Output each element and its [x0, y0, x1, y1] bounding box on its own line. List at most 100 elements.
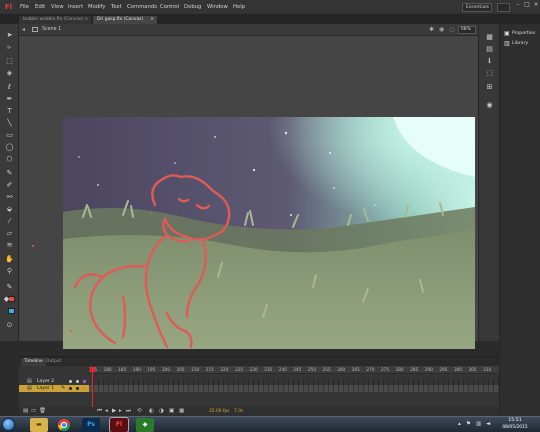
pasteboard[interactable]	[19, 36, 478, 349]
tray-arrow-icon[interactable]: ▴	[458, 421, 461, 427]
motion-presets-icon[interactable]: ◉	[484, 100, 495, 110]
first-frame-icon[interactable]: ⏮	[97, 408, 102, 415]
network-icon[interactable]: ▥	[476, 421, 481, 427]
doc-tab-dri-gasp[interactable]: Dri gasp.fla (Canvas) ×	[93, 16, 157, 24]
rectangle-tool-icon[interactable]: ▭	[4, 130, 15, 140]
clock-time[interactable]: 15:51	[500, 418, 530, 423]
menu-view[interactable]: View	[51, 4, 64, 10]
delete-layer-icon[interactable]: 🗑	[39, 408, 46, 414]
visibility-dot[interactable]	[69, 380, 72, 383]
tab-timeline[interactable]: Timeline	[21, 358, 46, 366]
edit-scene-icon[interactable]: ◉	[439, 26, 444, 33]
properties-panel-tab[interactable]: ▣ Properties	[502, 29, 540, 39]
menu-control[interactable]: Control	[160, 4, 179, 10]
layer-row[interactable]: ▤ Layer 2	[19, 378, 499, 385]
tab-output[interactable]: Output	[43, 358, 64, 366]
elapsed-time-readout: 7.0s	[234, 409, 244, 414]
close-tab-icon[interactable]: ×	[150, 16, 154, 24]
menu-commands[interactable]: Commands	[127, 4, 157, 10]
pen-tool-icon[interactable]: ✒	[4, 94, 15, 104]
free-transform-tool-icon[interactable]: ⬚	[4, 56, 15, 66]
menu-help[interactable]: Help	[233, 4, 245, 10]
layer-frames[interactable]	[89, 385, 499, 392]
hand-tool-icon[interactable]: ✋	[4, 254, 15, 264]
layer-name[interactable]: Layer 1	[37, 385, 54, 392]
start-button[interactable]	[2, 418, 15, 431]
menu-modify[interactable]: Modify	[88, 4, 106, 10]
menu-edit[interactable]: Edit	[35, 4, 45, 10]
polystar-tool-icon[interactable]: ⬡	[4, 154, 15, 164]
layer-frames[interactable]	[89, 378, 499, 385]
menu-text[interactable]: Text	[111, 4, 122, 10]
next-frame-icon[interactable]: ▸	[119, 408, 122, 414]
lasso-tool-icon[interactable]: ℓ	[4, 82, 15, 92]
volume-icon[interactable]: ◄	[486, 421, 490, 427]
new-layer-icon[interactable]: ▤	[23, 408, 28, 414]
fill-color-icon[interactable]: ◆	[1, 294, 12, 304]
menu-insert[interactable]: Insert	[68, 4, 83, 10]
workspace-switcher[interactable]: Essentials	[462, 3, 492, 12]
library-panel-tab[interactable]: ▥ Library	[502, 39, 540, 49]
stroke-color-icon[interactable]: ✎	[4, 282, 15, 292]
edit-symbols-icon[interactable]: ✱	[429, 26, 434, 33]
prev-frame-icon[interactable]: ◂	[105, 408, 108, 414]
visibility-dot[interactable]	[69, 387, 72, 390]
help-search-input[interactable]	[497, 3, 510, 12]
menu-debug[interactable]: Debug	[184, 4, 201, 10]
eraser-tool-icon[interactable]: ▱	[4, 228, 15, 238]
swatches-panel-icon[interactable]: ▤	[484, 44, 495, 54]
last-frame-icon[interactable]: ⏭	[126, 408, 131, 415]
subselection-tool-icon[interactable]: ▹	[4, 42, 15, 52]
align-panel-icon[interactable]: ⊞	[484, 82, 495, 92]
bone-tool-icon[interactable]: ⚯	[4, 192, 15, 202]
oval-tool-icon[interactable]: ◯	[4, 142, 15, 152]
paint-bucket-tool-icon[interactable]: ⬙	[4, 204, 15, 214]
line-tool-icon[interactable]: ╲	[4, 118, 15, 128]
eyedropper-tool-icon[interactable]: ⁄	[4, 216, 15, 226]
photoshop-task-icon[interactable]: Ps	[82, 418, 100, 432]
onion-markers-icon[interactable]: ▦	[179, 408, 184, 414]
loop-icon[interactable]: ⟲	[137, 408, 142, 414]
width-tool-icon[interactable]: ≋	[4, 240, 15, 250]
onion-skin-icon[interactable]: ◐	[149, 408, 154, 414]
selection-tool-icon[interactable]: ➤	[4, 30, 15, 40]
center-stage-icon[interactable]: ◌	[449, 26, 454, 33]
lock-dot[interactable]	[76, 387, 79, 390]
edit-multiple-frames-icon[interactable]: ▣	[169, 408, 174, 414]
layer-name[interactable]: Layer 2	[37, 378, 54, 385]
animate-task-icon[interactable]: Fl	[109, 417, 129, 432]
transform-panel-icon[interactable]: ⬚	[484, 68, 495, 78]
text-tool-icon[interactable]: T	[4, 106, 15, 116]
close-tab-icon[interactable]: ×	[84, 16, 88, 24]
lock-dot[interactable]	[76, 380, 79, 383]
fill-color-swatch[interactable]	[8, 308, 15, 314]
zoom-select[interactable]: 68%	[458, 26, 476, 34]
color-panel-icon[interactable]: ▦	[484, 32, 495, 42]
info-panel-icon[interactable]: ℹ	[484, 56, 495, 66]
fps-readout[interactable]: 25.00 fps	[209, 409, 230, 414]
snap-to-objects-icon[interactable]: ⊙	[4, 320, 15, 330]
layer-row-selected[interactable]: ▤ Layer 1 ✎	[19, 385, 499, 392]
menu-window[interactable]: Window	[207, 4, 228, 10]
explorer-task-icon[interactable]: ▬	[30, 418, 48, 432]
app-task-icon[interactable]: ◆	[136, 418, 154, 432]
outline-swatch[interactable]	[83, 387, 86, 390]
zoom-value: 68%	[461, 27, 471, 32]
gradient-tool-icon[interactable]: ◈	[4, 68, 15, 78]
flag-icon[interactable]: ⚑	[466, 421, 471, 427]
play-icon[interactable]: ▶	[112, 408, 116, 414]
new-folder-icon[interactable]: ▭	[31, 408, 36, 414]
zoom-tool-icon[interactable]: ⚲	[4, 266, 15, 276]
frame-ruler[interactable]: 1751801851901952002052102152202252302352…	[89, 366, 499, 374]
doc-tab-bubble-wobble[interactable]: bubble wobble.fla (Canvas) ×	[19, 16, 91, 24]
outline-swatch[interactable]	[83, 380, 86, 383]
close-window-button[interactable]: ×	[531, 0, 540, 11]
menu-file[interactable]: File	[20, 4, 29, 10]
brush-tool-icon[interactable]: ✐	[4, 180, 15, 190]
chrome-task-icon[interactable]	[55, 418, 73, 432]
pencil-tool-icon[interactable]: ✎	[4, 168, 15, 178]
onion-outline-icon[interactable]: ◑	[159, 408, 164, 414]
stage-canvas[interactable]	[63, 117, 475, 349]
clock-date[interactable]: 08/05/2015	[500, 425, 530, 430]
back-arrow-icon[interactable]: ◂	[22, 26, 25, 33]
